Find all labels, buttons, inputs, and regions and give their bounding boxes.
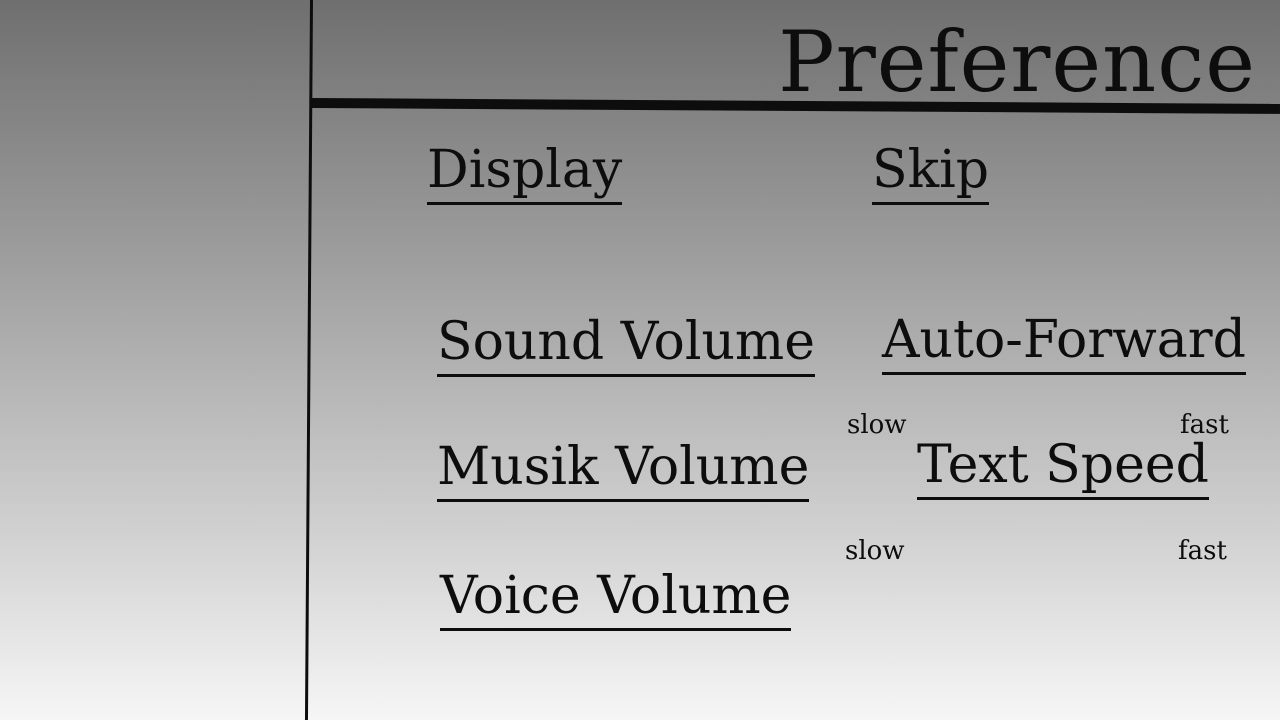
- text-speed-fast-label: fast: [1178, 536, 1227, 566]
- skip-button[interactable]: Skip: [872, 140, 990, 205]
- text-speed-button[interactable]: Text Speed: [917, 435, 1209, 500]
- text-speed-slow-label: slow: [845, 536, 905, 566]
- sound-volume-button[interactable]: Sound Volume: [437, 312, 816, 377]
- auto-forward-button[interactable]: Auto-Forward: [882, 310, 1246, 375]
- display-button[interactable]: Display: [427, 140, 623, 205]
- auto-forward-slow-label: slow: [847, 410, 907, 440]
- page-title: Preference: [778, 13, 1256, 111]
- musik-volume-button[interactable]: Musik Volume: [437, 437, 810, 502]
- voice-volume-button[interactable]: Voice Volume: [440, 566, 792, 631]
